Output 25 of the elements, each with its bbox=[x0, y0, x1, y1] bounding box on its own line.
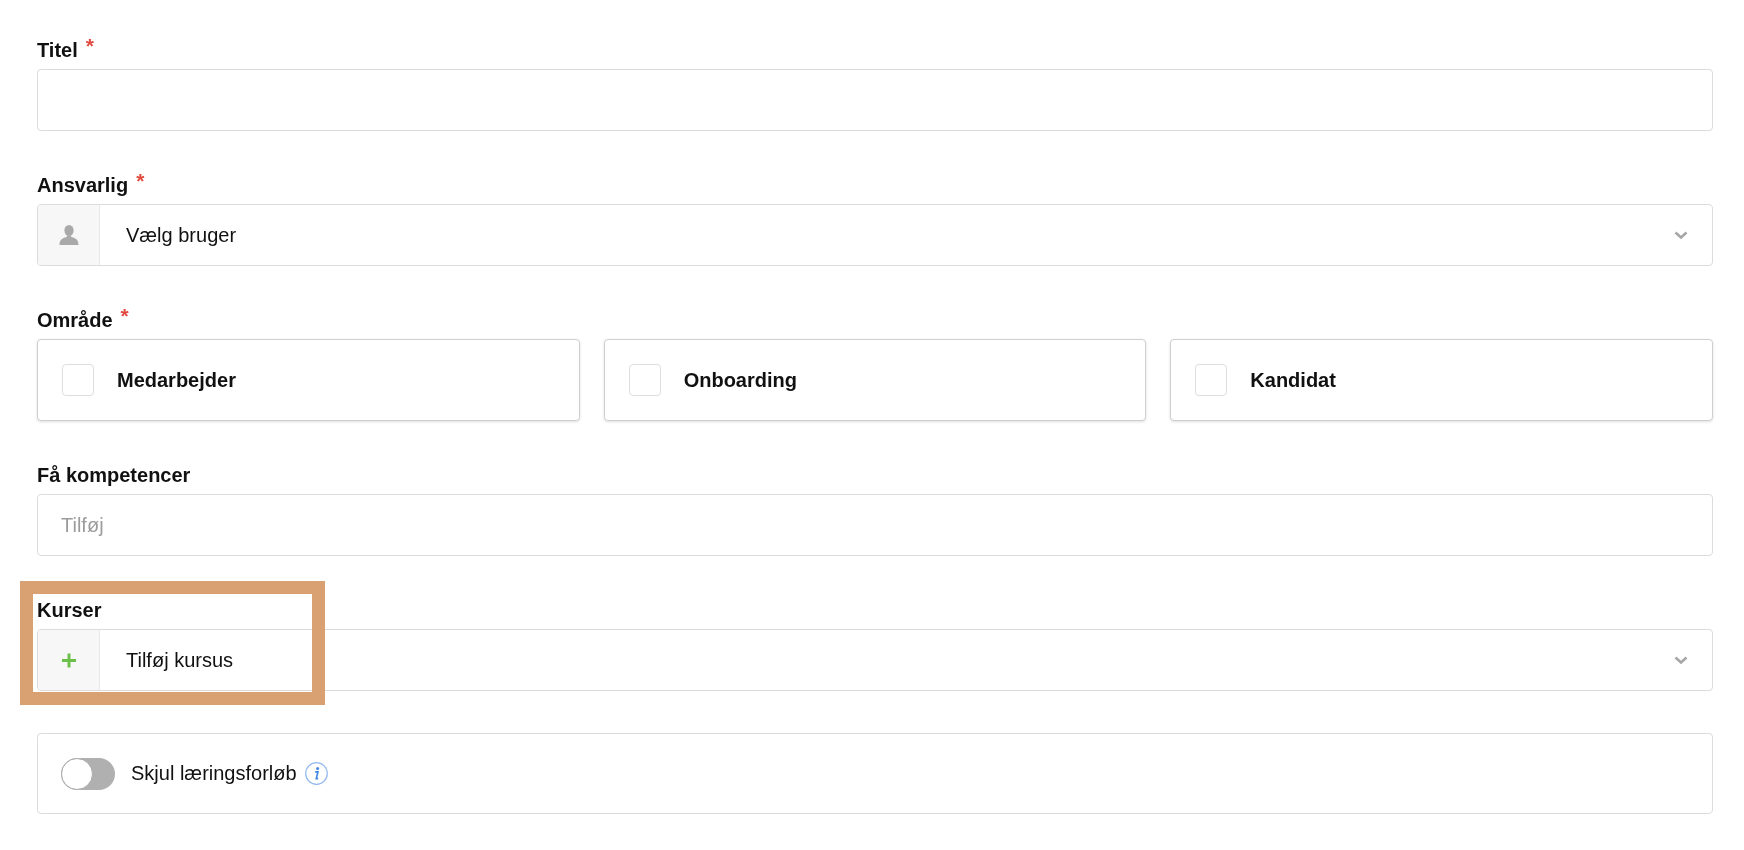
option-card[interactable]: Kandidat bbox=[1170, 339, 1713, 421]
field-label: Kurser bbox=[37, 598, 102, 622]
plus-icon bbox=[38, 630, 100, 690]
toggle-label: Skjul læringsforløb bbox=[131, 762, 297, 785]
text-input[interactable]: Tilføj bbox=[37, 494, 1713, 556]
field-label: Ansvarlig bbox=[37, 173, 129, 197]
required-mark: * bbox=[120, 308, 129, 324]
chevron-down-icon bbox=[1674, 655, 1688, 665]
checkbox[interactable] bbox=[1195, 364, 1228, 396]
dropdown-field[interactable]: Tilføj kursus bbox=[37, 629, 1713, 691]
field-label: Titel bbox=[37, 38, 78, 62]
info-icon[interactable] bbox=[304, 762, 328, 785]
checkbox[interactable] bbox=[62, 364, 94, 396]
checkbox[interactable] bbox=[628, 364, 661, 396]
option-card[interactable]: Medarbejder bbox=[37, 339, 580, 421]
option-card[interactable]: Onboarding bbox=[603, 339, 1147, 421]
text-input[interactable] bbox=[37, 69, 1713, 131]
field-label: Få kompetencer bbox=[37, 463, 191, 487]
user-icon bbox=[38, 205, 100, 265]
required-mark: * bbox=[136, 173, 145, 189]
chevron-down-icon bbox=[1674, 230, 1688, 240]
dropdown-field[interactable]: Vælg bruger bbox=[37, 204, 1713, 266]
required-mark: * bbox=[85, 38, 94, 54]
toggle-switch[interactable] bbox=[61, 757, 115, 790]
field-label: Område bbox=[37, 308, 113, 332]
